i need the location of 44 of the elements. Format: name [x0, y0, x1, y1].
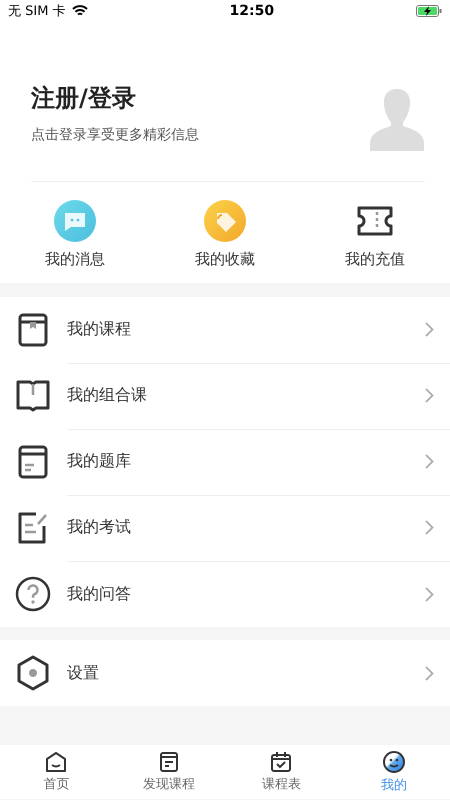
smiley-icon: [382, 750, 406, 774]
home-icon: [45, 751, 68, 773]
menu-item[interactable]: 我的问答: [0, 561, 450, 627]
ticket-icon: [355, 205, 395, 237]
settings-icon: [16, 655, 50, 691]
menu-item[interactable]: 设置: [0, 640, 450, 706]
tab[interactable]: 首页: [0, 745, 112, 799]
avatar-silhouette-icon[interactable]: [369, 87, 425, 151]
shortcut-label[interactable]: 我的收藏: [195, 250, 255, 269]
chevron-icon: [425, 666, 434, 680]
wifi-icon: [72, 5, 88, 17]
tag-icon: [204, 200, 246, 242]
calendar-icon: [270, 751, 292, 773]
menu-item[interactable]: 我的组合课: [0, 363, 450, 429]
chevron-icon: [425, 388, 434, 403]
tab[interactable]: 课程表: [225, 745, 338, 799]
login-subtitle: 点击登录享受更多精彩信息: [31, 126, 199, 144]
tab[interactable]: 发现课程: [112, 745, 225, 799]
box-icon: [17, 445, 49, 479]
status-time: 12:50: [230, 3, 274, 19]
carrier-text: 无 SIM 卡: [8, 3, 66, 20]
menu-label: 我的考试: [67, 517, 132, 538]
menu-label: 我的组合课: [67, 385, 148, 406]
help-icon: [15, 576, 51, 612]
chevron-icon: [425, 586, 434, 602]
battery-icon: [416, 5, 442, 17]
edit-note-icon: [16, 511, 50, 545]
chevron-icon: [425, 520, 434, 535]
menu-label: 设置: [67, 662, 100, 684]
menu-label: 我的课程: [67, 319, 132, 340]
menu-label: 我的题库: [67, 451, 132, 472]
chevron-icon: [425, 322, 434, 337]
login-title[interactable]: 注册/登录: [31, 82, 199, 114]
shortcut-label[interactable]: 我的消息: [45, 250, 105, 269]
chevron-icon: [425, 454, 434, 469]
box-icon: [17, 313, 49, 347]
chat-bubble-icon: [54, 200, 96, 242]
shortcut-label[interactable]: 我的充值: [345, 250, 405, 269]
menu-label: 我的问答: [67, 584, 132, 604]
menu-item[interactable]: 我的题库: [0, 429, 450, 495]
document-icon: [158, 751, 179, 773]
menu-item[interactable]: 我的课程: [0, 297, 450, 363]
menu-item[interactable]: 我的考试: [0, 495, 450, 561]
book-icon: [16, 379, 50, 413]
